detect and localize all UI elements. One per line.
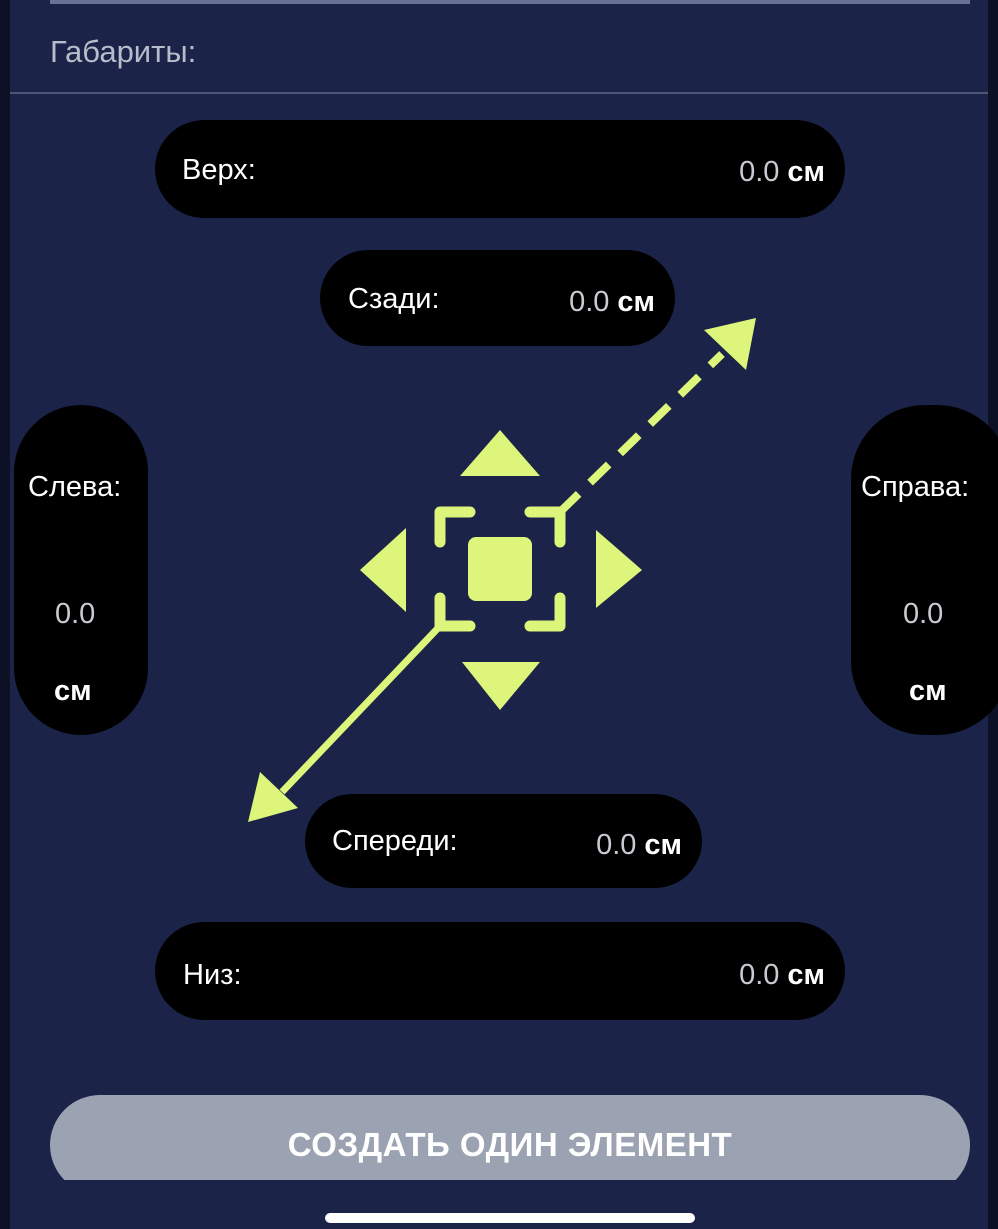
- front-label: Спереди:: [332, 825, 458, 857]
- bottom-field[interactable]: Низ: 0.0 см: [155, 922, 845, 1020]
- front-field[interactable]: Спереди: 0.0 см: [305, 794, 702, 888]
- front-unit: см: [644, 829, 682, 861]
- bottom-unit: см: [787, 959, 825, 991]
- bottom-value: 0.0: [739, 959, 780, 991]
- dimensions-cube-icon: [248, 318, 756, 822]
- bottom-label: Низ:: [183, 959, 242, 991]
- bottom-edge-left: [0, 1180, 10, 1229]
- front-value: 0.0: [596, 829, 637, 861]
- bottom-edge-right: [988, 1180, 998, 1229]
- home-indicator[interactable]: [325, 1213, 695, 1223]
- dimensions-diagram: [248, 318, 756, 822]
